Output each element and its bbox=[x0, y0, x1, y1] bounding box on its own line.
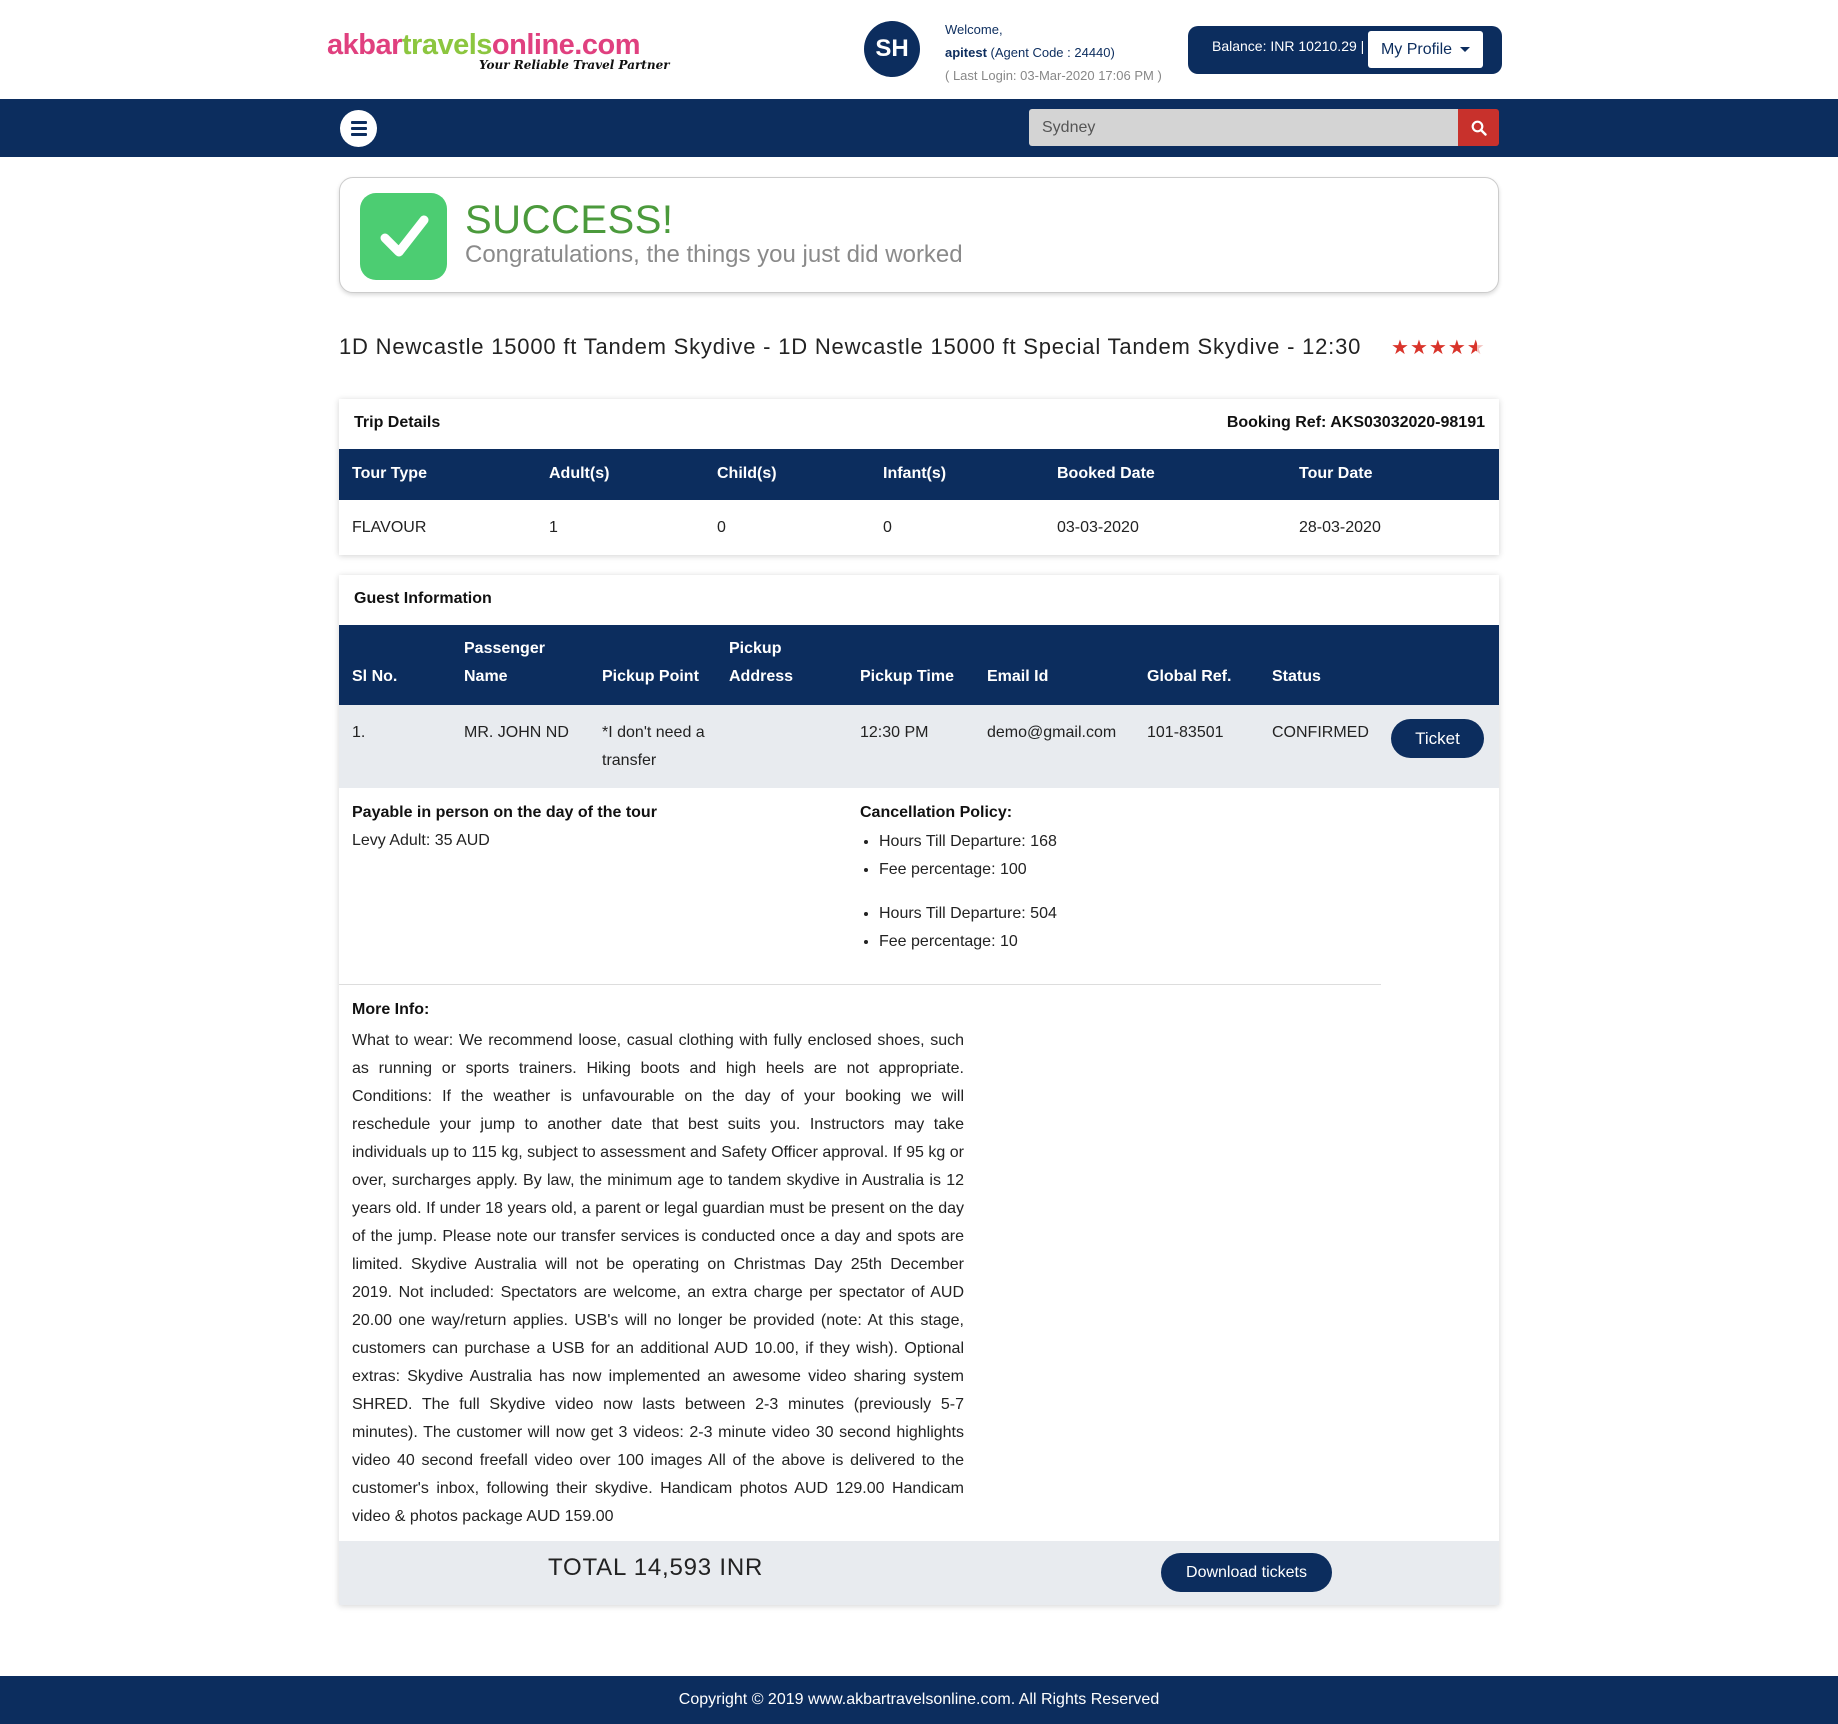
col-pickup-time: Pickup Time bbox=[860, 668, 954, 685]
cell-email: demo@gmail.com bbox=[987, 724, 1117, 741]
cancellation-policy-1: Hours Till Departure: 168 Fee percentage… bbox=[879, 828, 1057, 884]
cell-status: CONFIRMED bbox=[1272, 724, 1369, 741]
cell-booked-date: 03-03-2020 bbox=[1057, 519, 1139, 536]
table-row bbox=[339, 705, 1499, 788]
balance-box: Balance: INR 10210.29 | My Profile bbox=[1188, 26, 1502, 74]
agent-code: (Agent Code : 24440) bbox=[990, 45, 1115, 60]
search-icon bbox=[1471, 120, 1487, 136]
my-profile-label: My Profile bbox=[1380, 40, 1453, 58]
search-button[interactable] bbox=[1458, 109, 1499, 146]
payable-title: Payable in person on the day of the tour bbox=[352, 804, 657, 821]
cell-pickup-point-line1: *I don't need a bbox=[602, 724, 705, 741]
nav-bar bbox=[0, 99, 1838, 157]
footer: Copyright © 2019 www.akbartravelsonline.… bbox=[0, 1676, 1838, 1724]
site-logo[interactable]: akbartravelsonline.com Your Reliable Tra… bbox=[327, 28, 670, 72]
col-email: Email Id bbox=[987, 668, 1049, 685]
star-icon: ★ bbox=[1447, 337, 1466, 359]
cell-tour-type: FLAVOUR bbox=[352, 519, 427, 536]
col-pickup-address-line1: Pickup bbox=[729, 640, 782, 657]
guest-information-card: Guest Information Sl No. Passenger Name … bbox=[339, 575, 1499, 1605]
total-amount: TOTAL 14,593 INR bbox=[548, 1554, 764, 1581]
col-tour-type: Tour Type bbox=[352, 465, 427, 482]
col-booked-date: Booked Date bbox=[1057, 465, 1155, 482]
rating-stars: ★ ★ ★ ★ ★ bbox=[1391, 337, 1485, 359]
username: apitest bbox=[945, 45, 987, 60]
cell-childs: 0 bbox=[717, 519, 726, 536]
check-icon bbox=[360, 193, 447, 280]
guest-table-header: Sl No. Passenger Name Pickup Point Picku… bbox=[339, 625, 1499, 705]
col-pickup-point: Pickup Point bbox=[602, 668, 699, 685]
top-header: akbartravelsonline.com Your Reliable Tra… bbox=[0, 0, 1838, 99]
avatar[interactable]: SH bbox=[864, 21, 920, 77]
col-passenger-line2: Name bbox=[464, 668, 508, 685]
cell-pickup-point-line2: transfer bbox=[602, 752, 657, 769]
list-item: Fee percentage: 10 bbox=[879, 928, 1057, 956]
success-alert: SUCCESS! Congratulations, the things you… bbox=[339, 177, 1499, 293]
trip-details-card: Trip Details Booking Ref: AKS03032020-98… bbox=[339, 399, 1499, 555]
logo-tagline: Your Reliable Travel Partner bbox=[479, 58, 670, 72]
welcome-block: Welcome, apitest (Agent Code : 24440) ( … bbox=[945, 18, 1162, 87]
cell-tour-date: 28-03-2020 bbox=[1299, 519, 1381, 536]
col-tour-date: Tour Date bbox=[1299, 465, 1373, 482]
col-pickup-address-line2: Address bbox=[729, 668, 794, 685]
more-info-title: More Info: bbox=[352, 1001, 430, 1018]
copyright-text: Copyright © 2019 www.akbartravelsonline.… bbox=[678, 1691, 1160, 1708]
ticket-button[interactable]: Ticket bbox=[1391, 719, 1484, 758]
total-bar: TOTAL 14,593 INR Download tickets bbox=[339, 1541, 1499, 1605]
trip-table-header: Tour Type Adult(s) Child(s) Infant(s) Bo… bbox=[339, 449, 1499, 500]
search-input[interactable] bbox=[1029, 109, 1459, 146]
download-tickets-button[interactable]: Download tickets bbox=[1161, 1553, 1332, 1592]
payable-value: Levy Adult: 35 AUD bbox=[352, 832, 490, 849]
my-profile-button[interactable]: My Profile bbox=[1368, 31, 1483, 68]
col-sl-no: Sl No. bbox=[352, 668, 398, 685]
col-passenger-line1: Passenger bbox=[464, 640, 545, 657]
hamburger-icon[interactable] bbox=[340, 110, 377, 147]
col-childs: Child(s) bbox=[717, 465, 777, 482]
chevron-down-icon bbox=[1460, 47, 1471, 52]
cancellation-title: Cancellation Policy: bbox=[860, 804, 1013, 821]
col-adults: Adult(s) bbox=[549, 465, 610, 482]
success-subtitle: Congratulations, the things you just did… bbox=[465, 241, 963, 268]
cancellation-policy-2: Hours Till Departure: 504 Fee percentage… bbox=[879, 900, 1057, 956]
col-infants: Infant(s) bbox=[883, 465, 947, 482]
success-title: SUCCESS! bbox=[465, 198, 674, 242]
cell-adults: 1 bbox=[549, 519, 558, 536]
trip-details-heading: Trip Details bbox=[354, 414, 441, 431]
col-global-ref: Global Ref. bbox=[1147, 668, 1232, 685]
list-item: Fee percentage: 100 bbox=[879, 856, 1057, 884]
welcome-label: Welcome, bbox=[945, 22, 1003, 37]
star-icon: ★ bbox=[1409, 337, 1428, 359]
star-icon: ★ bbox=[1391, 337, 1409, 359]
guest-info-heading: Guest Information bbox=[354, 590, 492, 607]
balance-text: Balance: INR 10210.29 | bbox=[1212, 38, 1365, 54]
user-line: apitest (Agent Code : 24440) bbox=[945, 41, 1162, 64]
cell-sl-no: 1. bbox=[352, 724, 366, 741]
more-info-text: What to wear: We recommend loose, casual… bbox=[352, 1032, 964, 1525]
cell-passenger: MR. JOHN ND bbox=[464, 724, 569, 741]
col-status: Status bbox=[1272, 668, 1321, 685]
logo-text: akbartravelsonline.com bbox=[327, 28, 640, 62]
cell-global-ref: 101-83501 bbox=[1147, 724, 1224, 741]
last-login: ( Last Login: 03-Mar-2020 17:06 PM ) bbox=[945, 68, 1162, 83]
divider bbox=[339, 984, 1381, 985]
cell-infants: 0 bbox=[883, 519, 892, 536]
list-item: Hours Till Departure: 504 bbox=[879, 900, 1057, 928]
star-icon: ★ bbox=[1428, 337, 1447, 359]
logo-part-akbar: akbar bbox=[327, 29, 402, 61]
cell-pickup-time: 12:30 PM bbox=[860, 724, 929, 741]
logo-part-online: online.com bbox=[491, 29, 641, 61]
booking-ref: Booking Ref: AKS03032020-98191 bbox=[1226, 414, 1485, 431]
logo-part-travels: travels bbox=[401, 29, 493, 61]
tour-title: 1D Newcastle 15000 ft Tandem Skydive - 1… bbox=[339, 334, 1362, 359]
list-item: Hours Till Departure: 168 bbox=[879, 828, 1057, 856]
star-half-icon: ★ bbox=[1466, 337, 1485, 359]
